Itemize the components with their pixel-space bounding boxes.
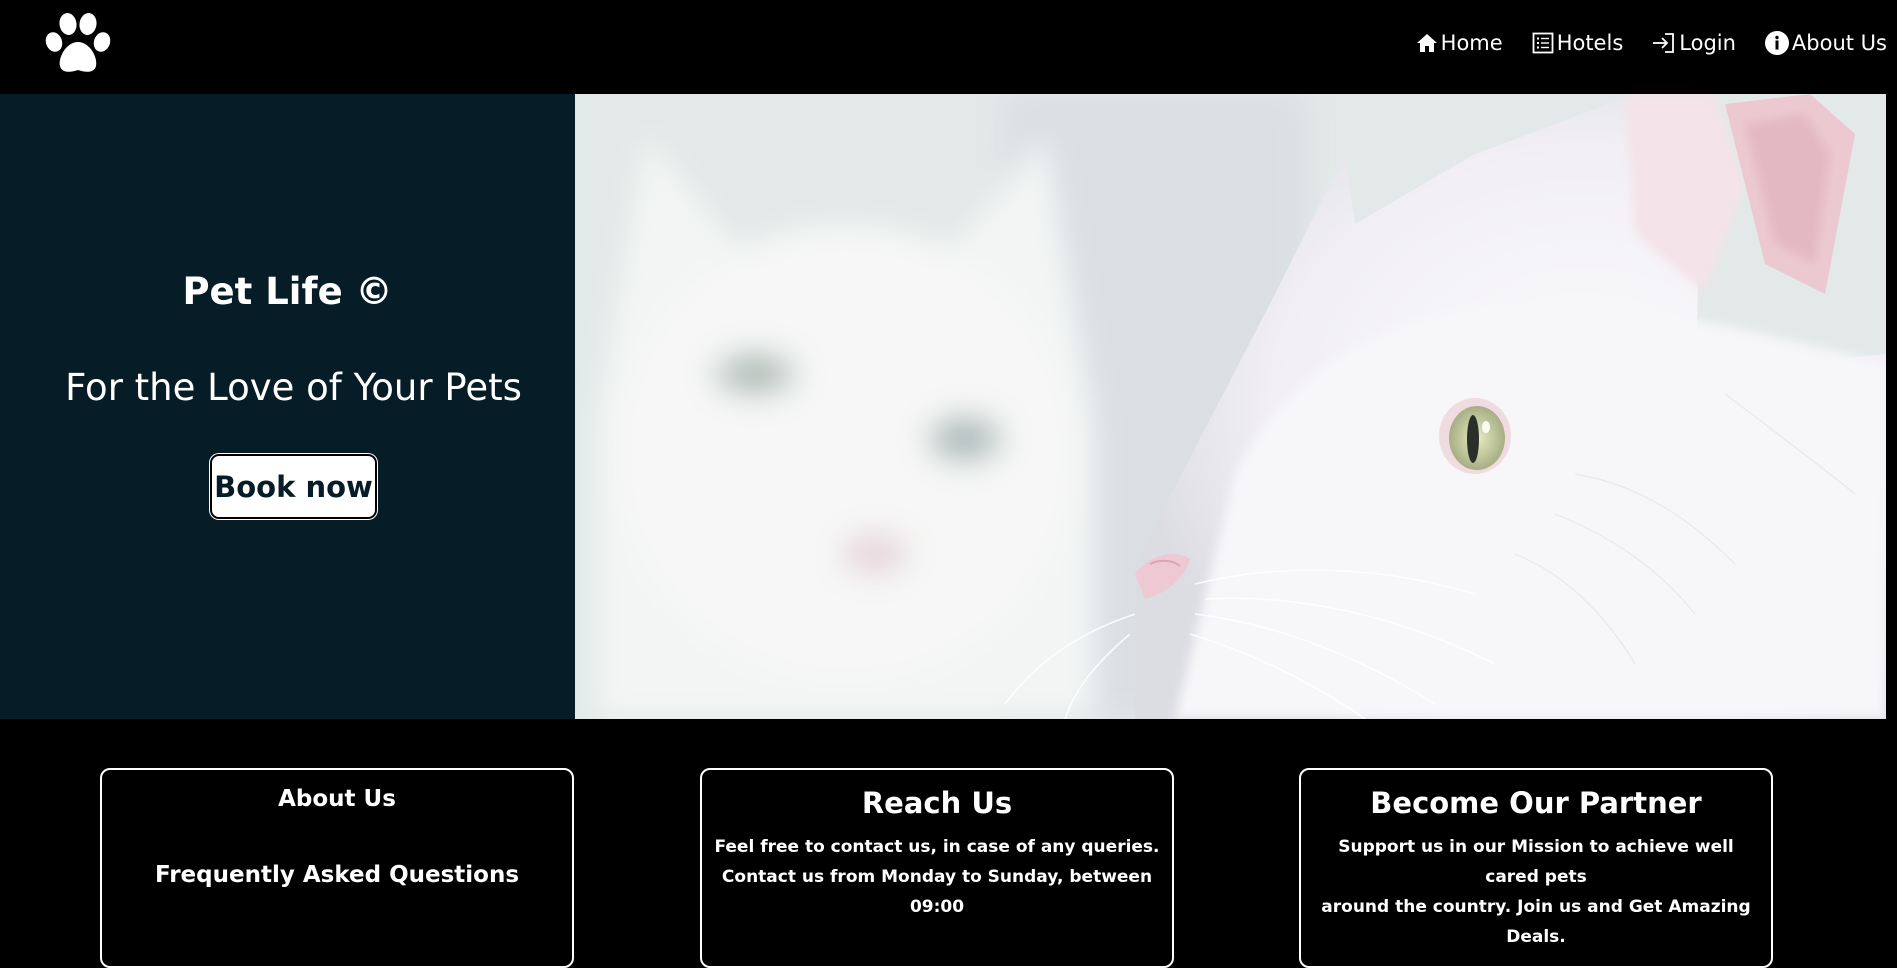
card-text-line: Support us in our Mission to achieve wel… [1338, 837, 1734, 887]
card-text-line: around the country. Join us and Get Amaz… [1321, 897, 1751, 947]
about-us-card: About Us Frequently Asked Questions [100, 768, 574, 968]
nav-about-link[interactable]: About Us [1764, 30, 1887, 56]
reach-us-card: Reach Us Feel free to contact us, in cas… [700, 768, 1174, 968]
home-icon [1415, 31, 1439, 55]
info-icon [1764, 30, 1790, 56]
partner-card: Become Our Partner Support us in our Mis… [1299, 768, 1773, 968]
nav-login-label: Login [1679, 31, 1736, 55]
paw-icon[interactable] [40, 10, 116, 78]
card-text-line: Contact us from Monday to Sunday, betwee… [721, 867, 1153, 917]
hero-section: Pet Life © For the Love of Your Pets Boo… [0, 94, 1897, 719]
card-title: About Us [278, 786, 396, 812]
hero-tagline: For the Love of Your Pets [65, 366, 522, 409]
nav-menu: Home Hotels Login About Us [1415, 30, 1887, 56]
nav-login-link[interactable]: Login [1651, 31, 1736, 55]
book-now-button[interactable]: Book now [210, 454, 377, 519]
login-icon [1651, 31, 1677, 55]
nav-hotels-link[interactable]: Hotels [1531, 31, 1624, 55]
info-cards-section: About Us Frequently Asked Questions Reac… [0, 719, 1897, 968]
card-text: Support us in our Mission to achieve wel… [1301, 832, 1771, 952]
list-icon [1531, 31, 1555, 55]
nav-hotels-label: Hotels [1556, 31, 1624, 55]
navbar: Home Hotels Login About Us [0, 0, 1897, 94]
nav-home-link[interactable]: Home [1415, 31, 1503, 55]
nav-home-label: Home [1440, 31, 1503, 55]
card-text-line: Feel free to contact us, in case of any … [714, 837, 1160, 857]
hero-cat-image [575, 94, 1886, 719]
card-text: Feel free to contact us, in case of any … [702, 832, 1172, 922]
card-title: Reach Us [861, 786, 1013, 820]
brand-title: Pet Life © [182, 270, 393, 313]
nav-about-label: About Us [1791, 31, 1887, 55]
hero-text-panel: Pet Life © For the Love of Your Pets Boo… [0, 94, 575, 719]
faq-link[interactable]: Frequently Asked Questions [102, 862, 572, 888]
card-title: Become Our Partner [1370, 786, 1702, 820]
